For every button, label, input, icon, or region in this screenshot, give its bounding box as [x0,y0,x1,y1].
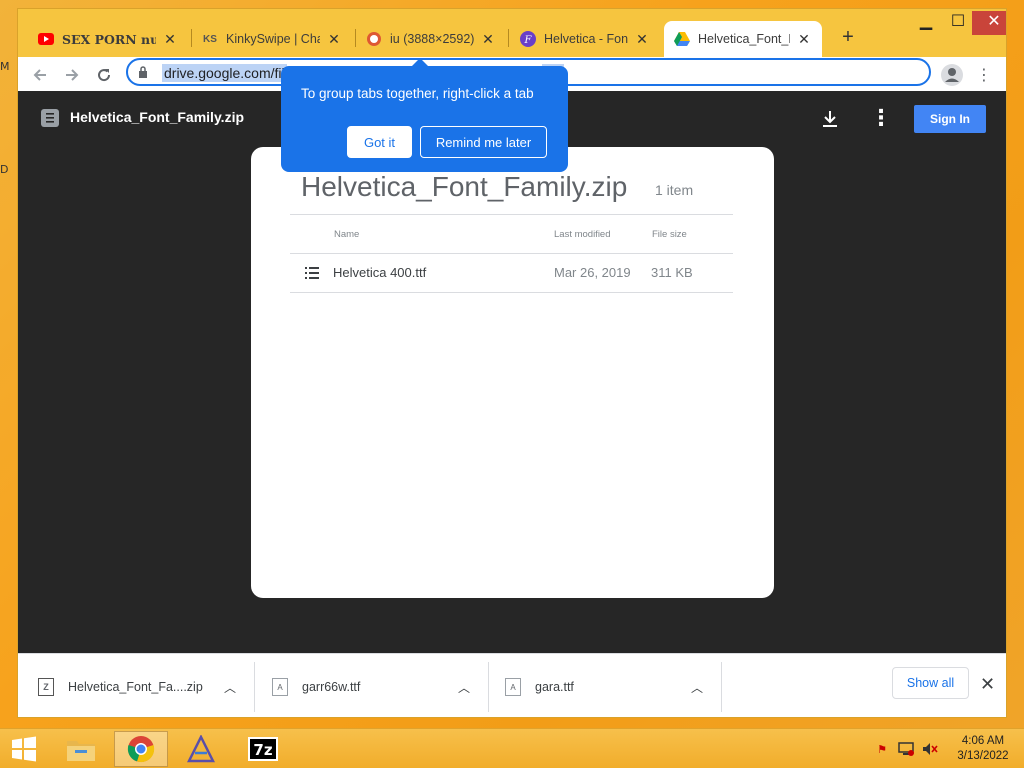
archive-file-icon [40,108,60,133]
download-icon[interactable] [820,109,840,134]
tab-close-icon[interactable]: ✕ [634,31,650,48]
back-button[interactable] [28,63,52,87]
forward-button[interactable] [60,63,84,87]
tab-strip: SEX PORN nude ✕ KS KinkySwipe | Chat ✕ i… [18,9,1006,57]
download-filename: Helvetica_Font_Fa....zip [68,680,203,694]
download-item[interactable]: A gara.ttf ︿ [505,654,717,717]
divider [290,214,733,215]
seven-zip-icon[interactable]: 7z [236,731,290,767]
chevron-up-icon[interactable]: ︿ [458,679,470,696]
tab-title: Helvetica_Font_Fa [698,32,790,46]
file-list-icon [305,266,319,284]
sign-in-button[interactable]: Sign In [914,105,986,133]
remind-later-button[interactable]: Remind me later [420,126,547,158]
start-button[interactable] [0,731,48,767]
tab-image[interactable]: iu (3888×2592) ✕ [356,21,506,57]
tab-youtube[interactable]: SEX PORN nude ✕ [28,21,188,57]
tab-title: Helvetica - Font F [544,32,628,46]
tab-title: KinkySwipe | Chat [226,32,320,46]
file-name: Helvetica 400.ttf [333,265,427,280]
tab-close-icon[interactable]: ✕ [162,31,178,48]
close-window-button[interactable]: ✕ [972,11,1006,35]
chrome-icon[interactable] [114,731,168,767]
lock-icon [138,65,148,83]
tab-close-icon[interactable]: ✕ [796,31,812,48]
zip-content-card: Helvetica_Font_Family.zip 1 item Name La… [251,147,774,598]
tab-title: SEX PORN nude [62,31,156,47]
divider [290,253,733,254]
more-options-icon[interactable]: ⋮ [870,105,892,131]
new-tab-button[interactable]: + [836,26,860,49]
divider [254,662,255,712]
browser-window: SEX PORN nude ✕ KS KinkySwipe | Chat ✕ i… [17,8,1007,718]
close-icon[interactable]: ✕ [980,674,995,695]
ks-icon: KS [203,33,217,45]
download-filename: garr66w.ttf [302,680,361,694]
svg-text:F: F [524,35,533,46]
font-file-icon: A [272,678,288,696]
desktop-edge-letter: D [0,163,9,176]
duckduckgo-icon [366,31,382,47]
drive-viewer: Helvetica_Font_Family.zip ⋮ Sign In Helv… [18,91,1006,653]
tab-close-icon[interactable]: ✕ [480,31,496,48]
profile-avatar[interactable] [940,63,964,87]
file-modified: Mar 26, 2019 [554,265,631,280]
zip-file-icon: Z [38,678,54,696]
download-item[interactable]: A garr66w.ttf ︿ [272,654,484,717]
system-clock[interactable]: 4:06 AM 3/13/2022 [948,734,1018,764]
tab-group-tooltip: To group tabs together, right-click a ta… [281,66,568,172]
font-app-icon[interactable] [174,731,228,767]
tab-kinkyswipe[interactable]: KS KinkySwipe | Chat ✕ [192,21,352,57]
clock-date: 3/13/2022 [957,750,1009,762]
divider [290,292,733,293]
font-f-icon: F [520,31,536,47]
download-filename: gara.ttf [535,680,574,694]
download-shelf: Z Helvetica_Font_Fa....zip ︿ A garr66w.t… [18,653,1006,717]
tab-separator [508,29,509,47]
desktop-edge-letter: M [0,60,10,73]
browser-menu-icon[interactable]: ⋮ [972,63,996,87]
chevron-up-icon[interactable]: ︿ [224,679,236,696]
seven-zip-label: 7z [248,737,278,761]
column-header-modified: Last modified [554,229,611,240]
tab-title: iu (3888×2592) [390,32,474,46]
network-icon[interactable] [898,741,914,757]
file-size: 311 KB [651,265,693,280]
zip-title: Helvetica_Font_Family.zip [301,171,628,202]
item-count: 1 item [655,182,694,198]
divider [488,662,489,712]
maximize-button[interactable]: ☐ [942,11,974,35]
tab-close-icon[interactable]: ✕ [326,31,342,48]
action-center-icon[interactable]: ⚑ [874,741,890,757]
show-all-button[interactable]: Show all [892,667,969,699]
file-explorer-icon[interactable] [54,731,108,767]
reload-button[interactable] [92,63,116,87]
tab-helvetica-font[interactable]: F Helvetica - Font F ✕ [510,21,660,57]
url-text: drive.google.com/fil [162,64,287,82]
font-file-icon: A [505,678,521,696]
download-item[interactable]: Z Helvetica_Font_Fa....zip ︿ [38,654,250,717]
column-header-name: Name [334,229,360,240]
volume-muted-icon[interactable] [922,741,938,757]
google-drive-icon [674,31,690,47]
clock-time: 4:06 AM [961,735,1005,747]
chevron-up-icon[interactable]: ︿ [691,679,703,696]
youtube-icon [38,31,54,47]
viewer-file-title: Helvetica_Font_Family.zip [70,109,245,125]
tooltip-message: To group tabs together, right-click a ta… [301,86,534,101]
minimize-button[interactable]: ▁ [910,11,942,35]
taskbar: 7z ⚑ 4:06 AM 3/13/2022 [0,728,1024,768]
column-header-size: File size [652,229,687,240]
got-it-button[interactable]: Got it [347,126,412,158]
tab-google-drive[interactable]: Helvetica_Font_Fa ✕ [664,21,822,57]
divider [721,662,722,712]
